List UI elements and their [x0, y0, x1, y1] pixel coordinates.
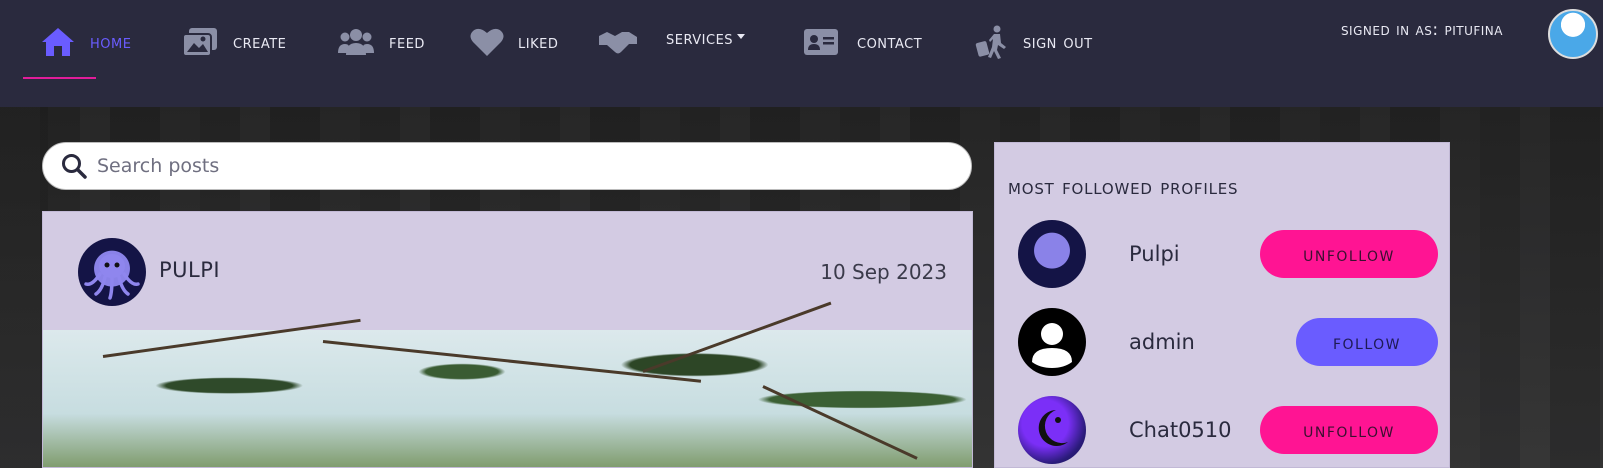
search-icon: [62, 154, 87, 179]
nav-item-label: Services: [666, 27, 734, 49]
user-avatar[interactable]: [1548, 9, 1598, 59]
profile-row-chat0510: Chat0510 Unfollow: [1018, 396, 1438, 466]
most-followed-panel: Most Followed Profiles Pulpi Unfollow ad…: [994, 142, 1450, 468]
signed-in-label: Signed in as: Pitufina: [1340, 20, 1503, 40]
default-user-avatar[interactable]: [1018, 308, 1086, 376]
follow-button[interactable]: Follow: [1296, 318, 1438, 366]
unfollow-button[interactable]: Unfollow: [1260, 406, 1438, 454]
octopus-avatar[interactable]: [1018, 220, 1086, 288]
nav-item-liked[interactable]: Liked: [470, 22, 558, 62]
chevron-down-icon: [737, 33, 746, 39]
profile-name[interactable]: Chat0510: [1129, 418, 1232, 442]
post-header: PULPI 10 Sep 2023: [43, 212, 972, 330]
moon-icon: [1038, 410, 1068, 446]
nav-item-partners[interactable]: [598, 22, 638, 62]
nav-item-contact[interactable]: Contact: [803, 22, 922, 62]
user-icon: [1032, 323, 1072, 368]
nav-services-dropdown[interactable]: Services: [666, 18, 746, 58]
search-bar: [42, 142, 972, 190]
nav-item-home[interactable]: Home: [40, 22, 131, 62]
moon-girl-avatar[interactable]: [1018, 396, 1086, 464]
search-input[interactable]: [97, 146, 971, 186]
nav-item-sign-out[interactable]: Sign Out: [975, 22, 1093, 62]
images-icon: [182, 28, 217, 57]
address-card-icon: [804, 29, 838, 55]
nav-item-feed[interactable]: Feed: [337, 22, 425, 62]
nav-item-label: Liked: [518, 31, 559, 53]
panel-title: Most Followed Profiles: [1008, 175, 1239, 199]
profile-name[interactable]: Pulpi: [1129, 242, 1180, 266]
nav-item-label: Sign Out: [1023, 31, 1093, 53]
nav-item-label: Contact: [857, 31, 923, 53]
post-author-name[interactable]: PULPI: [159, 258, 220, 282]
handshake-icon: [599, 32, 637, 54]
person-walking-luggage-icon: [975, 25, 1006, 59]
post-date: 10 Sep 2023: [820, 260, 947, 284]
post-card: PULPI 10 Sep 2023: [42, 211, 973, 468]
octopus-icon: [84, 254, 140, 300]
nav-item-label: Create: [233, 31, 287, 53]
navbar: Home Create Feed Liked: [0, 0, 1603, 107]
heart-icon: [470, 28, 504, 56]
profile-name[interactable]: admin: [1129, 330, 1195, 354]
users-icon: [338, 29, 374, 55]
post-image[interactable]: [43, 301, 972, 467]
nav-item-label: Home: [90, 31, 132, 53]
profile-row-pulpi: Pulpi Unfollow: [1018, 220, 1438, 290]
unfollow-button[interactable]: Unfollow: [1260, 230, 1438, 278]
nav-item-label: Feed: [389, 31, 425, 53]
nav-item-create[interactable]: Create: [181, 22, 286, 62]
active-tab-indicator: [23, 77, 96, 79]
post-author-avatar[interactable]: [78, 238, 146, 306]
profile-row-admin: admin Follow: [1018, 308, 1438, 378]
home-icon: [42, 28, 74, 56]
